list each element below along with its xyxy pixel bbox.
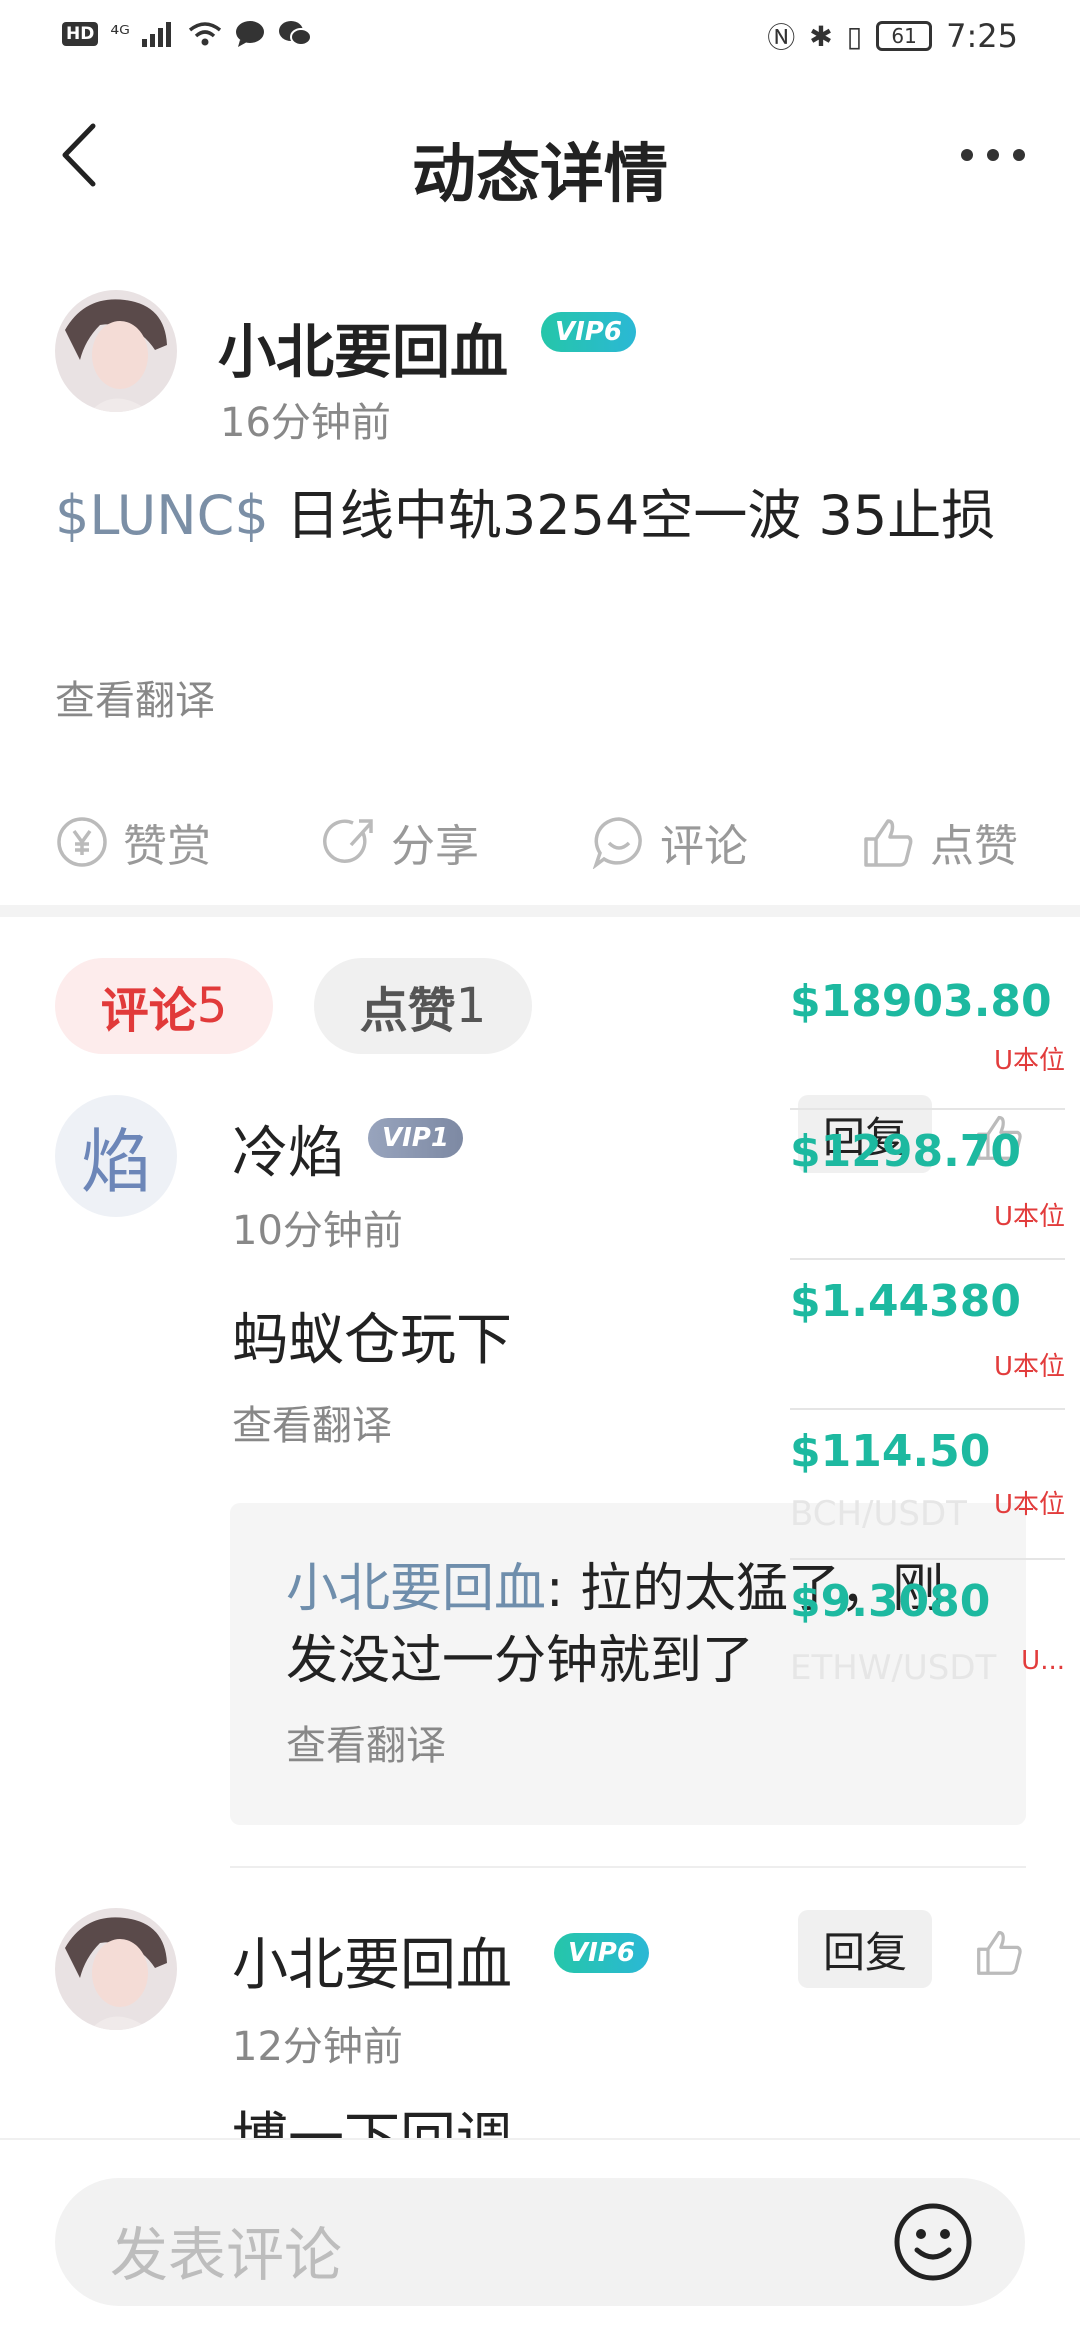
ticker-item[interactable]: $18903.80 U本位 — [790, 960, 1065, 1110]
vip-badge: VIP1 — [368, 1118, 463, 1158]
ticker-price: $1298.70 — [790, 1126, 1022, 1177]
vip-badge: VIP6 — [554, 1933, 649, 1973]
ticker-price: $114.50 — [790, 1426, 991, 1477]
comment-button[interactable]: 评论 — [592, 810, 748, 874]
comment-label: 评论 — [660, 821, 748, 872]
wifi-icon — [188, 22, 221, 46]
author-avatar[interactable] — [55, 290, 177, 412]
signal-icon — [141, 22, 171, 47]
ticker-item[interactable]: $9.3080 ETHW/USDT U... — [790, 1560, 1065, 1710]
like-label: 点赞 — [930, 821, 1018, 872]
status-bar: HD ⁴ᴳ Ⓝ ✱ ▯ 61 7:25 — [0, 0, 1080, 75]
status-right: Ⓝ ✱ ▯ 61 7:25 — [767, 16, 1018, 56]
more-options-button[interactable] — [961, 145, 1025, 165]
dot-icon — [961, 149, 973, 161]
ticker-sub: U本位 — [993, 1352, 1065, 1382]
vibrate-icon: ▯ — [846, 19, 863, 53]
coin-tag-link[interactable]: $LUNC$ — [55, 484, 269, 547]
comment-time: 10分钟前 — [232, 1208, 403, 1254]
status-left: HD ⁴ᴳ — [62, 20, 312, 48]
vip-badge: VIP6 — [541, 312, 636, 352]
bottom-bar: 发表评论 — [0, 2138, 1080, 2340]
tip-button[interactable]: 赞赏 — [55, 810, 211, 874]
commenter-name[interactable]: 冷焰 — [232, 1108, 344, 1189]
message-icon — [235, 21, 264, 47]
share-label: 分享 — [391, 821, 479, 872]
top-nav: 动态详情 — [0, 95, 1080, 215]
ticker-pair: BCH/USDT — [790, 1494, 967, 1534]
battery-icon: 61 — [876, 21, 933, 51]
commenter-avatar[interactable]: 焰 — [55, 1095, 177, 1217]
emoji-icon[interactable] — [891, 2200, 975, 2284]
translate-link[interactable]: 查看翻译 — [55, 668, 215, 726]
price-ticker-overlay[interactable]: $18903.80 U本位 $1298.70 U本位 $1.44380 U本位 … — [790, 960, 1065, 1688]
action-bar: 赞赏 分享 评论 点赞 — [0, 810, 1080, 890]
commenter-name[interactable]: 小北要回血 — [232, 1920, 512, 2001]
tip-label: 赞赏 — [123, 821, 211, 872]
hd-icon: HD — [62, 22, 99, 46]
tab-comments-label: 评论 — [100, 983, 197, 1039]
ticker-sub: U本位 — [993, 1490, 1065, 1520]
ticker-sub: U... — [1021, 1646, 1065, 1676]
bluetooth-icon: ✱ — [809, 19, 833, 53]
comment-input[interactable]: 发表评论 — [55, 2178, 1025, 2306]
ticker-item[interactable]: $1.44380 U本位 — [790, 1260, 1065, 1410]
tab-comments[interactable]: 评论 5 — [55, 958, 273, 1054]
ticker-sub: U本位 — [993, 1202, 1065, 1232]
thumbs-up-icon[interactable] — [975, 1927, 1025, 1977]
comment-time: 12分钟前 — [232, 2024, 403, 2070]
share-button[interactable]: 分享 — [323, 810, 479, 874]
ticker-item[interactable]: $1298.70 U本位 — [790, 1110, 1065, 1260]
comment-icon — [592, 817, 642, 869]
network-indicator: ⁴ᴳ — [110, 21, 130, 47]
tab-comments-count: 5 — [196, 978, 228, 1034]
ticker-price: $18903.80 — [790, 976, 1052, 1027]
thumbs-up-icon — [864, 819, 913, 867]
wechat-icon — [278, 21, 312, 46]
tab-likes-label: 点赞 — [359, 983, 456, 1039]
tab-likes[interactable]: 点赞 1 — [314, 958, 532, 1054]
post-time: 16分钟前 — [220, 400, 391, 446]
translate-link[interactable]: 查看翻译 — [232, 1393, 392, 1451]
nfc-icon: Ⓝ — [767, 21, 796, 54]
comment-text: 博一下回调 — [232, 2110, 512, 2140]
dot-icon — [1013, 149, 1025, 161]
comment-divider — [230, 1866, 1026, 1868]
page-title: 动态详情 — [412, 138, 668, 212]
ticker-price: $1.44380 — [790, 1276, 1022, 1327]
clock: 7:25 — [946, 17, 1018, 55]
ticker-sub: U本位 — [993, 1046, 1065, 1076]
share-icon — [323, 819, 373, 863]
post-text: $LUNC$ 日线中轨3254空一波 35止损 — [55, 480, 1030, 552]
ticker-price: $9.3080 — [790, 1576, 991, 1627]
reply-button[interactable]: 回复 — [798, 1910, 932, 1988]
commenter-avatar[interactable] — [55, 1908, 177, 2030]
ticker-pair: ETHW/USDT — [790, 1648, 997, 1688]
reply-separator: : — [546, 1559, 581, 1619]
tab-likes-count: 1 — [455, 978, 487, 1034]
reply-author[interactable]: 小北要回血 — [286, 1559, 546, 1619]
ticker-item[interactable]: $114.50 BCH/USDT U本位 — [790, 1410, 1065, 1560]
comment-input-placeholder: 发表评论 — [110, 2221, 343, 2289]
dot-icon — [987, 149, 999, 161]
translate-link[interactable]: 查看翻译 — [286, 1713, 446, 1771]
author-name[interactable]: 小北要回血 — [218, 305, 508, 389]
section-divider — [0, 905, 1080, 917]
like-button[interactable]: 点赞 — [862, 810, 1018, 874]
post-body: 日线中轨3254空一波 35止损 — [268, 484, 996, 547]
yen-circle-icon — [57, 817, 107, 867]
comment-text: 蚂蚁仓玩下 — [232, 1308, 512, 1373]
